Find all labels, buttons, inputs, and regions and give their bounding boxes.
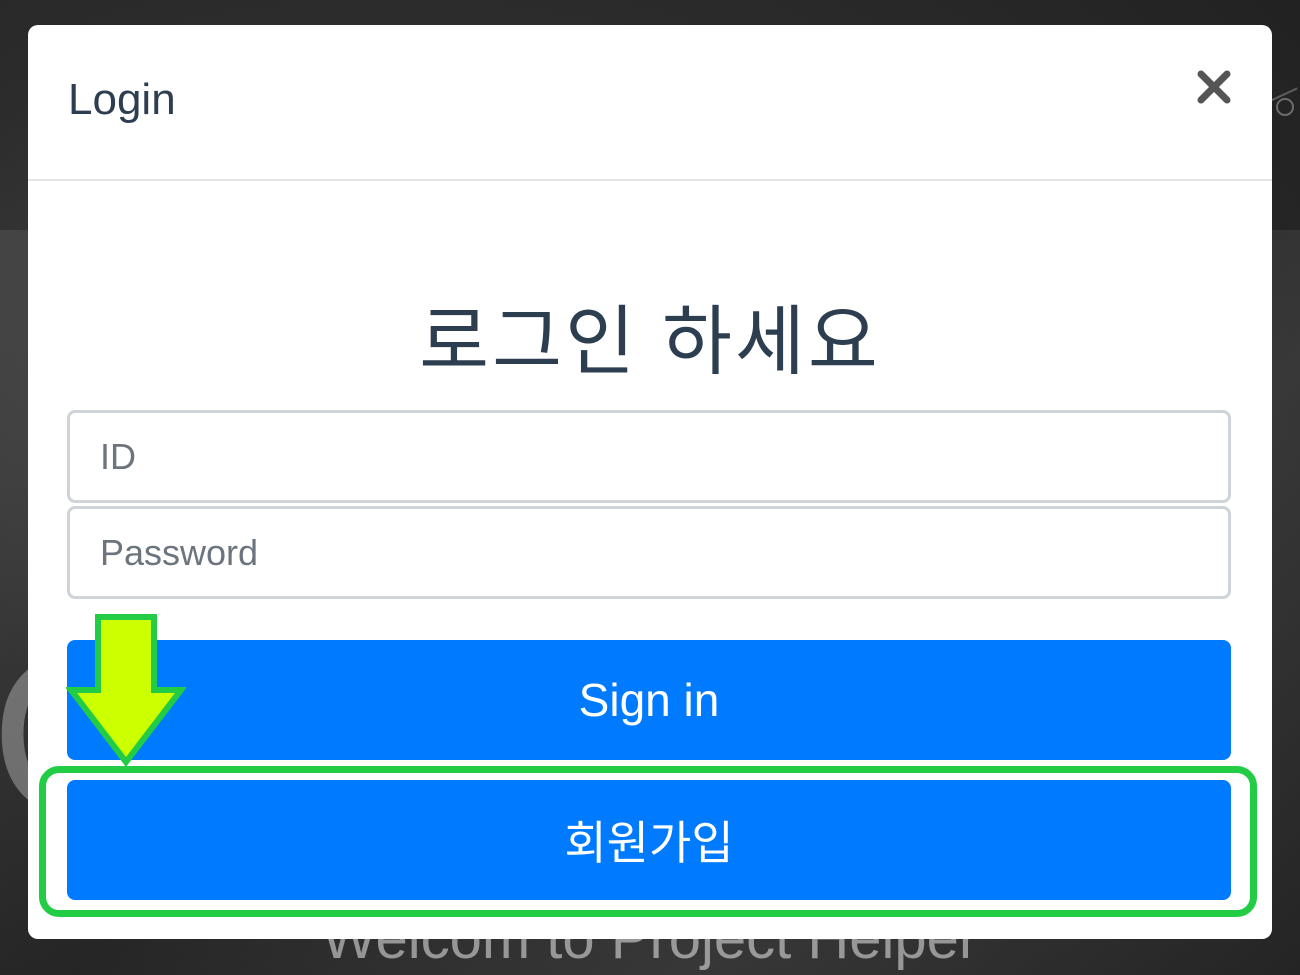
modal-header: Login <box>28 25 1272 181</box>
sign-in-button[interactable]: Sign in <box>67 640 1231 760</box>
modal-title: Login <box>68 75 176 124</box>
id-input[interactable] <box>67 410 1231 503</box>
close-button[interactable] <box>1192 65 1236 109</box>
background-decoration-node <box>1276 98 1294 116</box>
login-modal: Login 로그인 하세요 Sign in 회원가입 <box>28 25 1272 939</box>
login-heading: 로그인 하세요 <box>419 300 881 385</box>
password-input[interactable] <box>67 506 1231 599</box>
register-button[interactable]: 회원가입 <box>67 780 1231 900</box>
close-icon <box>1197 70 1231 104</box>
